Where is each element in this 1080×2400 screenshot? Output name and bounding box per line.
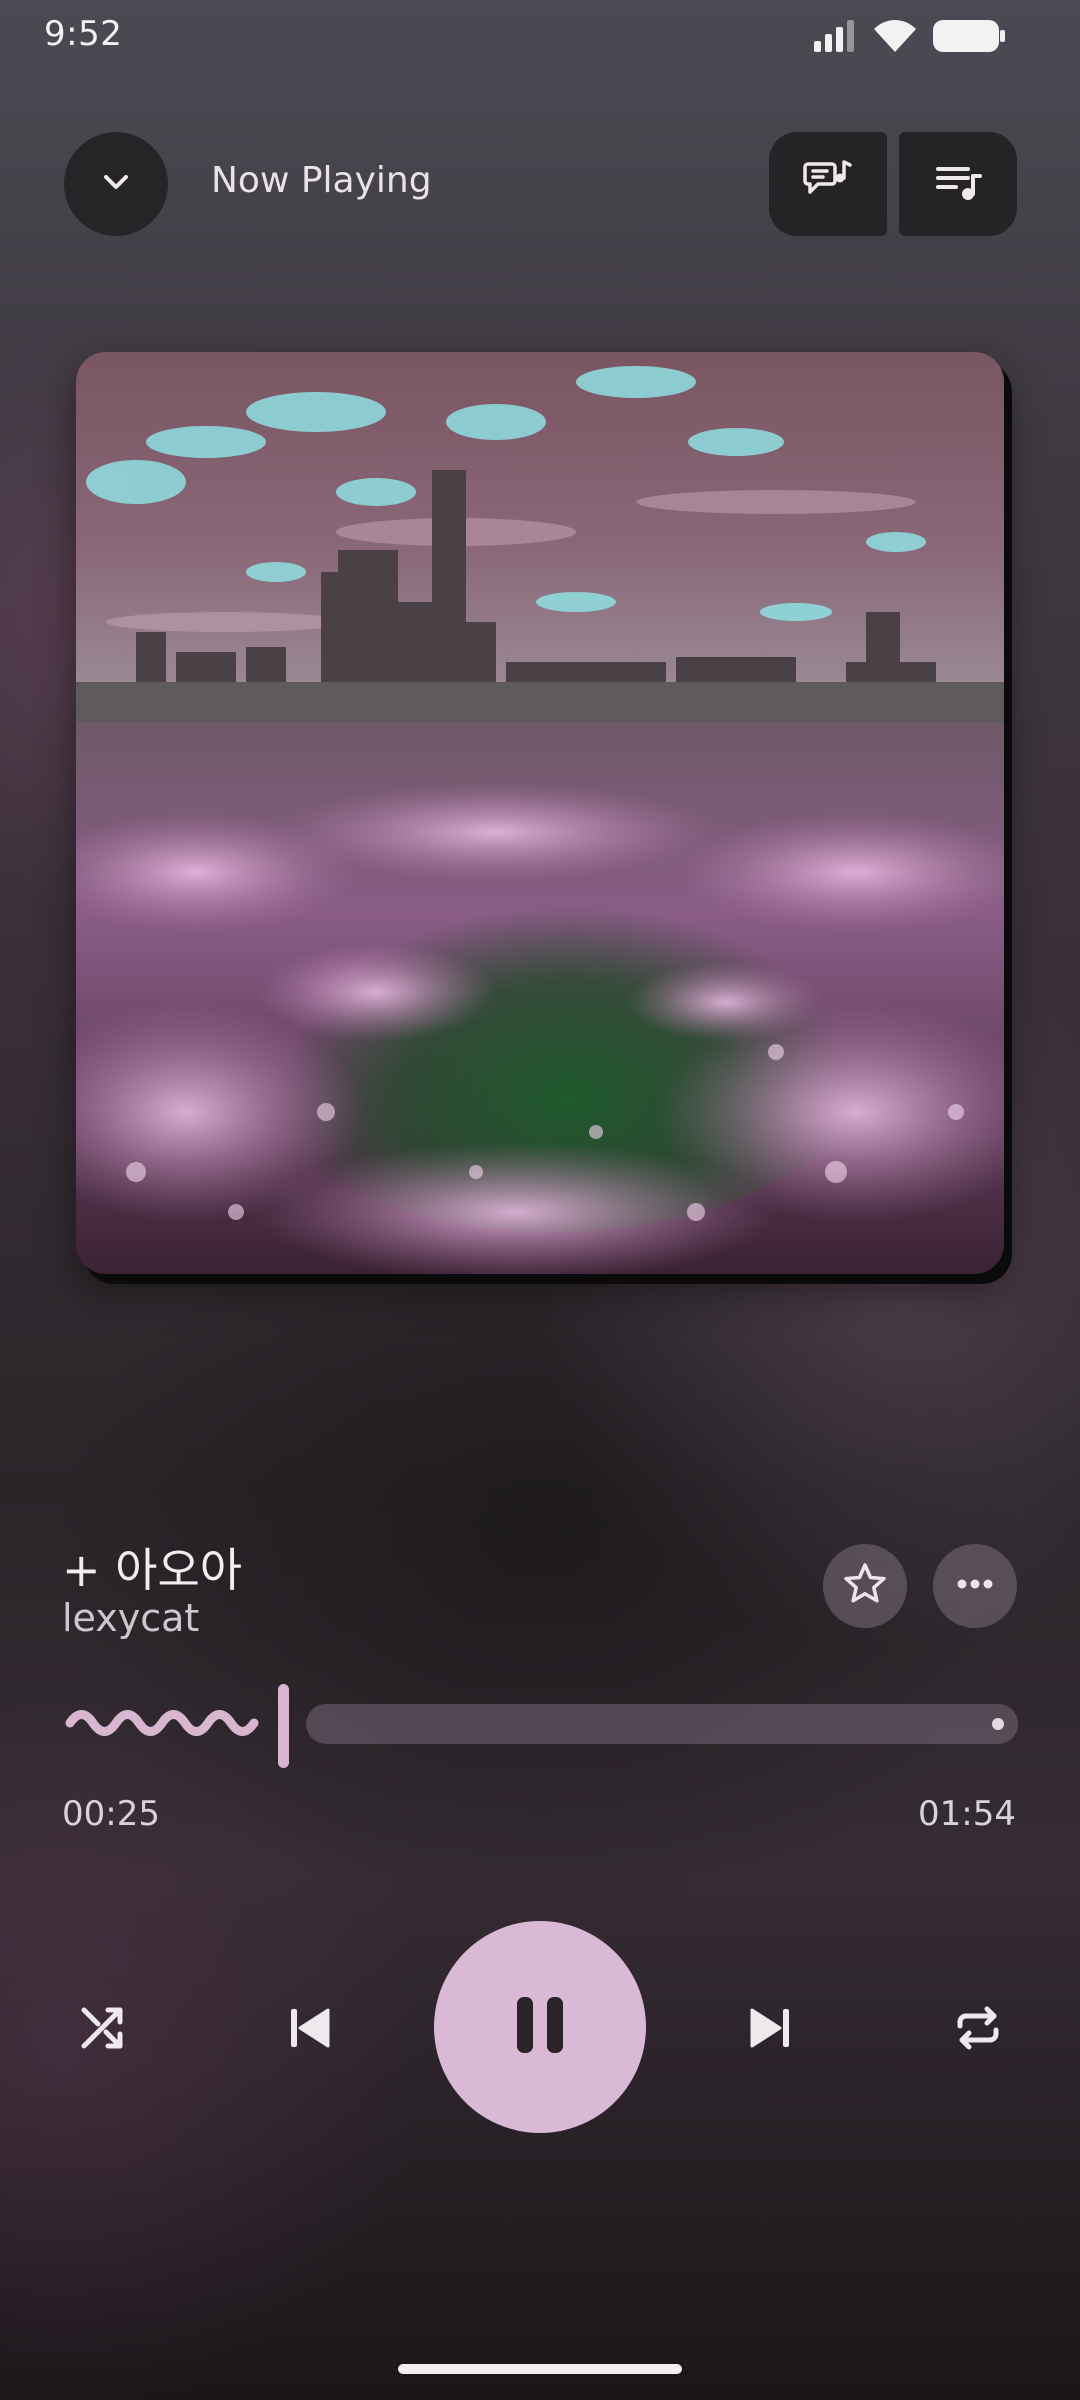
status-bar: 9:52 <box>0 0 1080 72</box>
shuffle-button[interactable] <box>62 1990 142 2070</box>
wifi-icon <box>872 18 918 54</box>
favorite-button[interactable] <box>823 1544 907 1628</box>
repeat-button[interactable] <box>938 1990 1018 2070</box>
total-time: 01:54 <box>918 1794 1016 1834</box>
next-button[interactable] <box>730 1990 810 2070</box>
progress-end-indicator <box>992 1718 1004 1730</box>
album-art-image <box>76 352 1004 1274</box>
skip-previous-icon <box>282 2000 338 2060</box>
track-title: + 아오아 <box>62 1543 243 1597</box>
collapse-player-button[interactable] <box>64 132 168 236</box>
lyrics-icon <box>802 156 854 212</box>
track-artist[interactable]: lexycat <box>62 1596 199 1640</box>
lyrics-button[interactable] <box>769 132 887 236</box>
status-icons <box>812 18 1006 54</box>
page-title: Now Playing <box>211 160 432 201</box>
more-options-button[interactable] <box>933 1544 1017 1628</box>
battery-icon <box>932 18 1006 54</box>
progress-track[interactable] <box>306 1704 1018 1744</box>
album-art <box>76 352 1004 1274</box>
chevron-down-icon <box>96 162 136 206</box>
progress-played-wave[interactable] <box>64 1700 264 1746</box>
more-horizontal-icon <box>951 1560 999 1612</box>
queue-music-icon <box>932 156 984 212</box>
queue-button[interactable] <box>899 132 1017 236</box>
skip-next-icon <box>742 2000 798 2060</box>
elapsed-time: 00:25 <box>62 1794 160 1834</box>
repeat-icon <box>950 2000 1006 2060</box>
signal-icon <box>812 19 858 53</box>
star-outline-icon <box>841 1560 889 1612</box>
play-pause-button[interactable] <box>434 1921 646 2133</box>
pause-icon <box>508 1993 572 2061</box>
shuffle-icon <box>74 2000 130 2060</box>
previous-button[interactable] <box>270 1990 350 2070</box>
status-time: 9:52 <box>44 14 123 54</box>
home-indicator[interactable] <box>398 2364 682 2374</box>
progress-thumb[interactable] <box>278 1684 289 1768</box>
